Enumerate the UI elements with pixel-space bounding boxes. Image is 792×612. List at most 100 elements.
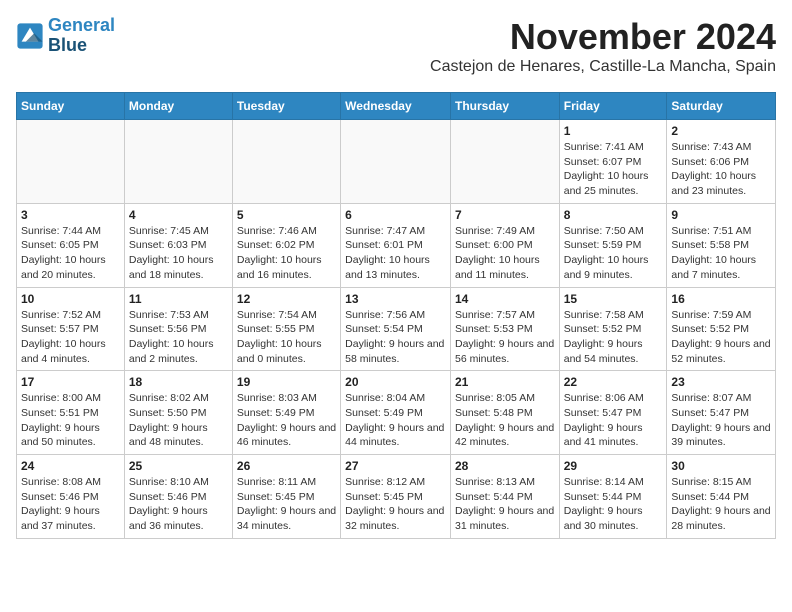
- day-info: Sunrise: 7:51 AM Sunset: 5:58 PM Dayligh…: [671, 224, 771, 283]
- day-number: 5: [237, 208, 336, 222]
- calendar-cell: 5 Sunrise: 7:46 AM Sunset: 6:02 PM Daylig…: [232, 203, 340, 287]
- day-info: Sunrise: 7:47 AM Sunset: 6:01 PM Dayligh…: [345, 224, 446, 283]
- day-number: 14: [455, 292, 555, 306]
- calendar-cell: 13 Sunrise: 7:56 AM Sunset: 5:54 PM Dayli…: [341, 287, 451, 371]
- calendar-cell: 8 Sunrise: 7:50 AM Sunset: 5:59 PM Daylig…: [559, 203, 667, 287]
- calendar-cell: [124, 120, 232, 204]
- calendar-cell: 6 Sunrise: 7:47 AM Sunset: 6:01 PM Daylig…: [341, 203, 451, 287]
- day-header-wednesday: Wednesday: [341, 93, 451, 120]
- day-number: 26: [237, 459, 336, 473]
- day-number: 30: [671, 459, 771, 473]
- calendar-cell: 7 Sunrise: 7:49 AM Sunset: 6:00 PM Daylig…: [450, 203, 559, 287]
- day-number: 11: [129, 292, 228, 306]
- calendar-cell: 9 Sunrise: 7:51 AM Sunset: 5:58 PM Daylig…: [667, 203, 776, 287]
- day-info: Sunrise: 8:10 AM Sunset: 5:46 PM Dayligh…: [129, 475, 228, 534]
- day-number: 10: [21, 292, 120, 306]
- day-info: Sunrise: 7:54 AM Sunset: 5:55 PM Dayligh…: [237, 308, 336, 367]
- calendar-cell: 30Sunrise: 8:15 AM Sunset: 5:44 PM Dayli…: [667, 455, 776, 539]
- calendar-cell: 15 Sunrise: 7:58 AM Sunset: 5:52 PM Dayli…: [559, 287, 667, 371]
- day-info: Sunrise: 8:08 AM Sunset: 5:46 PM Dayligh…: [21, 475, 120, 534]
- day-info: Sunrise: 7:41 AM Sunset: 6:07 PM Dayligh…: [564, 140, 663, 199]
- logo-text: General Blue: [48, 16, 115, 56]
- day-number: 6: [345, 208, 446, 222]
- day-info: Sunrise: 7:46 AM Sunset: 6:02 PM Dayligh…: [237, 224, 336, 283]
- calendar-cell: 1 Sunrise: 7:41 AM Sunset: 6:07 PM Daylig…: [559, 120, 667, 204]
- calendar-cell: [341, 120, 451, 204]
- day-number: 22: [564, 375, 663, 389]
- day-info: Sunrise: 7:50 AM Sunset: 5:59 PM Dayligh…: [564, 224, 663, 283]
- calendar-cell: 4 Sunrise: 7:45 AM Sunset: 6:03 PM Daylig…: [124, 203, 232, 287]
- day-info: Sunrise: 7:49 AM Sunset: 6:00 PM Dayligh…: [455, 224, 555, 283]
- calendar-cell: 14 Sunrise: 7:57 AM Sunset: 5:53 PM Dayli…: [450, 287, 559, 371]
- day-number: 18: [129, 375, 228, 389]
- calendar-cell: 10 Sunrise: 7:52 AM Sunset: 5:57 PM Dayli…: [17, 287, 125, 371]
- day-header-saturday: Saturday: [667, 93, 776, 120]
- day-number: 27: [345, 459, 446, 473]
- day-info: Sunrise: 7:57 AM Sunset: 5:53 PM Dayligh…: [455, 308, 555, 367]
- calendar-cell: 21Sunrise: 8:05 AM Sunset: 5:48 PM Dayli…: [450, 371, 559, 455]
- calendar-cell: 22 Sunrise: 8:06 AM Sunset: 5:47 PM Dayli…: [559, 371, 667, 455]
- calendar-cell: 24 Sunrise: 8:08 AM Sunset: 5:46 PM Dayli…: [17, 455, 125, 539]
- day-info: Sunrise: 7:59 AM Sunset: 5:52 PM Dayligh…: [671, 308, 771, 367]
- calendar-cell: 19 Sunrise: 8:03 AM Sunset: 5:49 PM Dayli…: [232, 371, 340, 455]
- title-section: November 2024 Castejon de Henares, Casti…: [430, 16, 776, 84]
- location-title: Castejon de Henares, Castille-La Mancha,…: [430, 58, 776, 76]
- calendar-table: SundayMondayTuesdayWednesdayThursdayFrid…: [16, 92, 776, 539]
- day-number: 7: [455, 208, 555, 222]
- day-number: 25: [129, 459, 228, 473]
- day-info: Sunrise: 8:07 AM Sunset: 5:47 PM Dayligh…: [671, 391, 771, 450]
- day-info: Sunrise: 8:14 AM Sunset: 5:44 PM Dayligh…: [564, 475, 663, 534]
- day-info: Sunrise: 7:52 AM Sunset: 5:57 PM Dayligh…: [21, 308, 120, 367]
- day-info: Sunrise: 8:13 AM Sunset: 5:44 PM Dayligh…: [455, 475, 555, 534]
- day-info: Sunrise: 8:12 AM Sunset: 5:45 PM Dayligh…: [345, 475, 446, 534]
- calendar-cell: 27 Sunrise: 8:12 AM Sunset: 5:45 PM Dayli…: [341, 455, 451, 539]
- day-info: Sunrise: 8:00 AM Sunset: 5:51 PM Dayligh…: [21, 391, 120, 450]
- day-header-tuesday: Tuesday: [232, 93, 340, 120]
- day-info: Sunrise: 7:44 AM Sunset: 6:05 PM Dayligh…: [21, 224, 120, 283]
- day-number: 9: [671, 208, 771, 222]
- day-number: 20: [345, 375, 446, 389]
- day-number: 13: [345, 292, 446, 306]
- day-info: Sunrise: 7:56 AM Sunset: 5:54 PM Dayligh…: [345, 308, 446, 367]
- calendar-cell: 28 Sunrise: 8:13 AM Sunset: 5:44 PM Dayli…: [450, 455, 559, 539]
- day-number: 16: [671, 292, 771, 306]
- day-number: 12: [237, 292, 336, 306]
- calendar-cell: 23Sunrise: 8:07 AM Sunset: 5:47 PM Dayli…: [667, 371, 776, 455]
- day-header-friday: Friday: [559, 93, 667, 120]
- calendar-cell: 11 Sunrise: 7:53 AM Sunset: 5:56 PM Dayli…: [124, 287, 232, 371]
- day-info: Sunrise: 7:45 AM Sunset: 6:03 PM Dayligh…: [129, 224, 228, 283]
- day-number: 21: [455, 375, 555, 389]
- day-number: 8: [564, 208, 663, 222]
- day-info: Sunrise: 8:02 AM Sunset: 5:50 PM Dayligh…: [129, 391, 228, 450]
- day-header-monday: Monday: [124, 93, 232, 120]
- day-info: Sunrise: 8:06 AM Sunset: 5:47 PM Dayligh…: [564, 391, 663, 450]
- day-info: Sunrise: 7:58 AM Sunset: 5:52 PM Dayligh…: [564, 308, 663, 367]
- calendar-cell: [232, 120, 340, 204]
- calendar-cell: [17, 120, 125, 204]
- logo: General Blue: [16, 16, 115, 56]
- day-info: Sunrise: 8:04 AM Sunset: 5:49 PM Dayligh…: [345, 391, 446, 450]
- day-number: 24: [21, 459, 120, 473]
- day-number: 29: [564, 459, 663, 473]
- day-info: Sunrise: 8:03 AM Sunset: 5:49 PM Dayligh…: [237, 391, 336, 450]
- day-header-sunday: Sunday: [17, 93, 125, 120]
- calendar-cell: 2 Sunrise: 7:43 AM Sunset: 6:06 PM Daylig…: [667, 120, 776, 204]
- calendar-cell: 18 Sunrise: 8:02 AM Sunset: 5:50 PM Dayli…: [124, 371, 232, 455]
- calendar-cell: 26 Sunrise: 8:11 AM Sunset: 5:45 PM Dayli…: [232, 455, 340, 539]
- day-number: 28: [455, 459, 555, 473]
- calendar-cell: 16 Sunrise: 7:59 AM Sunset: 5:52 PM Dayli…: [667, 287, 776, 371]
- day-number: 15: [564, 292, 663, 306]
- calendar-cell: 3Sunrise: 7:44 AM Sunset: 6:05 PM Daylig…: [17, 203, 125, 287]
- calendar-cell: 25 Sunrise: 8:10 AM Sunset: 5:46 PM Dayli…: [124, 455, 232, 539]
- day-info: Sunrise: 7:43 AM Sunset: 6:06 PM Dayligh…: [671, 140, 771, 199]
- day-number: 19: [237, 375, 336, 389]
- day-info: Sunrise: 7:53 AM Sunset: 5:56 PM Dayligh…: [129, 308, 228, 367]
- day-info: Sunrise: 8:11 AM Sunset: 5:45 PM Dayligh…: [237, 475, 336, 534]
- day-number: 1: [564, 124, 663, 138]
- month-title: November 2024: [430, 16, 776, 58]
- calendar-cell: [450, 120, 559, 204]
- calendar-cell: 17 Sunrise: 8:00 AM Sunset: 5:51 PM Dayli…: [17, 371, 125, 455]
- day-number: 2: [671, 124, 771, 138]
- day-number: 17: [21, 375, 120, 389]
- day-number: 4: [129, 208, 228, 222]
